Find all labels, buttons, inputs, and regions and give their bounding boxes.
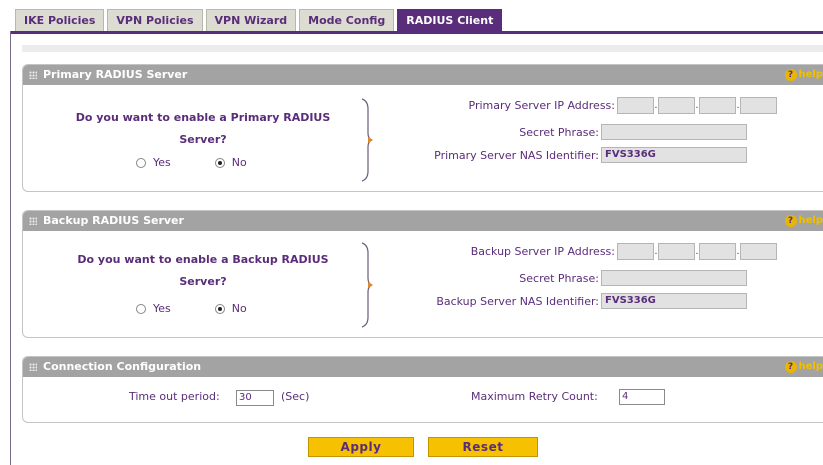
backup-radius-section: Backup RADIUS Server ? help Do you want t… — [22, 210, 823, 338]
primary-nas-row: Primary Server NAS Identifier: FVS336G — [403, 147, 747, 163]
radio-label: No — [231, 302, 247, 315]
nas-label: Backup Server NAS Identifier: — [436, 294, 599, 308]
enable-backup-question: Do you want to enable a Backup RADIUS Se… — [53, 249, 353, 293]
help-label: help — [798, 69, 823, 80]
apply-button[interactable]: Apply — [308, 437, 414, 457]
left-border — [10, 31, 11, 465]
ip-label: Backup Server IP Address: — [470, 245, 615, 258]
ip-octet-1[interactable] — [617, 97, 654, 114]
radio-circle — [136, 157, 146, 168]
radio-circle — [136, 303, 146, 314]
tab-mode-config[interactable]: Mode Config — [299, 9, 395, 31]
grip-icon — [29, 217, 37, 225]
ip-octet-4[interactable] — [740, 243, 777, 260]
help-icon: ? — [784, 69, 797, 81]
help-link[interactable]: ? help — [784, 357, 823, 377]
section-title: Connection Configuration — [43, 360, 202, 373]
tab-vpn-wizard[interactable]: VPN Wizard — [205, 9, 297, 31]
secret-label: Secret Phrase: — [519, 271, 599, 285]
backup-no-radio[interactable]: No — [214, 302, 247, 315]
backup-secret-input[interactable] — [601, 270, 747, 286]
timeout-input[interactable]: 30 — [236, 390, 274, 406]
ip-octet-1[interactable] — [617, 243, 654, 260]
help-icon: ? — [784, 361, 797, 373]
backup-radius-header: Backup RADIUS Server ? help — [23, 211, 823, 231]
primary-radius-section: Primary RADIUS Server ? help Do you want … — [22, 64, 823, 192]
backup-ip-row: Backup Server IP Address: . . . — [403, 243, 777, 260]
grip-icon — [29, 71, 37, 79]
retry-label: Maximum Retry Count: — [471, 390, 598, 403]
help-link[interactable]: ? help — [784, 211, 823, 231]
primary-secret-input[interactable] — [601, 124, 747, 140]
tab-vpn-policies[interactable]: VPN Policies — [107, 9, 203, 31]
radio-label: Yes — [153, 302, 171, 315]
retry-count-input[interactable]: 4 — [619, 389, 665, 405]
help-icon: ? — [784, 215, 797, 227]
radio-label: Yes — [153, 156, 171, 169]
help-label: help — [798, 215, 823, 226]
backup-nas-row: Backup Server NAS Identifier: FVS336G — [403, 293, 747, 309]
ip-octet-4[interactable] — [740, 97, 777, 114]
brace-divider — [360, 241, 374, 329]
radio-circle — [214, 303, 225, 314]
tab-underline — [10, 31, 823, 34]
question-line1: Do you want to enable a Primary RADIUS — [75, 111, 331, 124]
question-line1: Do you want to enable a Backup RADIUS — [77, 253, 329, 266]
ip-label: Primary Server IP Address: — [468, 99, 615, 112]
tab-radius-client[interactable]: RADIUS Client — [397, 9, 503, 31]
reset-button[interactable]: Reset — [428, 437, 538, 457]
ip-octet-2[interactable] — [658, 243, 695, 260]
tab-bar: IKE Policies VPN Policies VPN Wizard Mod… — [15, 9, 503, 31]
primary-enable-radios: Yes No — [136, 156, 247, 169]
connection-config-header: Connection Configuration ? help — [23, 357, 823, 377]
primary-nas-input[interactable]: FVS336G — [601, 147, 747, 163]
connection-config-section: Connection Configuration ? help Time out … — [22, 356, 823, 423]
primary-no-radio[interactable]: No — [214, 156, 247, 169]
backup-enable-radios: Yes No — [136, 302, 247, 315]
primary-ip-row: Primary Server IP Address: . . . — [403, 97, 777, 114]
top-strip — [22, 45, 823, 52]
backup-yes-radio[interactable]: Yes — [136, 302, 171, 315]
radio-circle — [214, 157, 225, 168]
section-title: Primary RADIUS Server — [43, 68, 188, 81]
help-label: help — [798, 361, 823, 372]
ip-octet-2[interactable] — [658, 97, 695, 114]
primary-yes-radio[interactable]: Yes — [136, 156, 171, 169]
backup-ip-input: . . . — [617, 243, 777, 260]
enable-primary-question: Do you want to enable a Primary RADIUS S… — [53, 107, 353, 151]
nas-label: Primary Server NAS Identifier: — [434, 148, 599, 162]
backup-nas-input[interactable]: FVS336G — [601, 293, 747, 309]
timeout-unit: (Sec) — [281, 390, 310, 403]
section-title: Backup RADIUS Server — [43, 214, 184, 227]
grip-icon — [29, 363, 37, 371]
radio-label: No — [231, 156, 247, 169]
primary-secret-row: Secret Phrase: — [403, 124, 747, 140]
backup-secret-row: Secret Phrase: — [403, 270, 747, 286]
primary-radius-header: Primary RADIUS Server ? help — [23, 65, 823, 85]
tab-ike-policies[interactable]: IKE Policies — [15, 9, 105, 31]
brace-divider — [360, 97, 374, 183]
question-line2: Server? — [179, 275, 227, 288]
ip-octet-3[interactable] — [699, 243, 736, 260]
help-link[interactable]: ? help — [784, 65, 823, 85]
timeout-label: Time out period: — [129, 390, 220, 403]
primary-ip-input: . . . — [617, 97, 777, 114]
secret-label: Secret Phrase: — [519, 125, 599, 139]
ip-octet-3[interactable] — [699, 97, 736, 114]
question-line2: Server? — [179, 133, 227, 146]
